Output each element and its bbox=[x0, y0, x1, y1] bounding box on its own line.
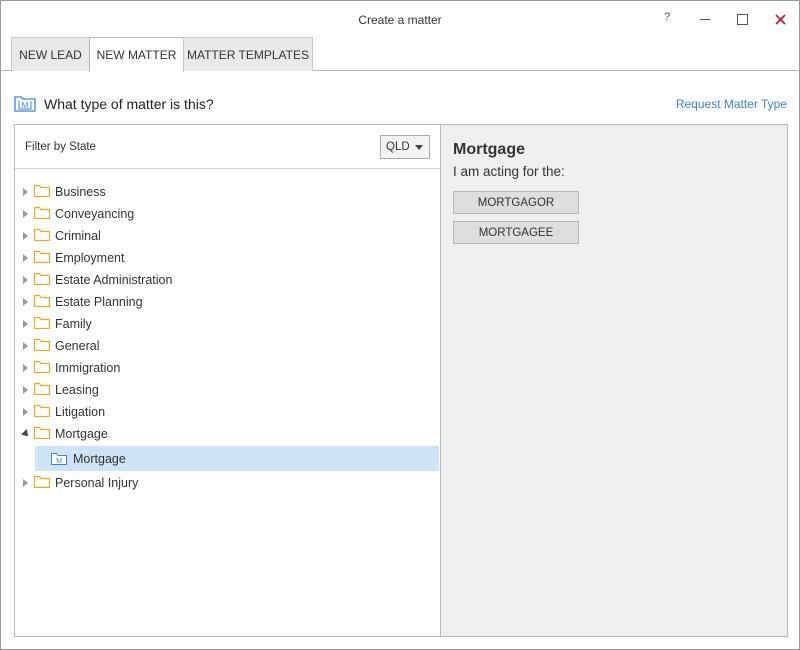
tree-item-litigation[interactable]: Litigation bbox=[15, 401, 440, 423]
tree-item-label: Conveyancing bbox=[55, 207, 135, 221]
create-matter-window: Create a matter ? NEW LEAD NEW MATTER MA… bbox=[0, 0, 800, 650]
tree-item-label: Personal Injury bbox=[55, 476, 139, 490]
folder-icon bbox=[34, 272, 50, 285]
help-button[interactable]: ? bbox=[652, 5, 682, 29]
tree-item-label: General bbox=[55, 339, 100, 353]
tree-item-label: Mortgage bbox=[55, 427, 108, 441]
mortgagee-button[interactable]: MORTGAGEE bbox=[453, 221, 579, 244]
request-matter-type-link[interactable]: Request Matter Type bbox=[676, 97, 787, 111]
svg-text:M: M bbox=[22, 101, 29, 110]
matter-type-icon: M bbox=[51, 453, 67, 465]
tree-item-immigration[interactable]: Immigration bbox=[15, 357, 440, 379]
matter-type-tree: Business Conveyancing Criminal Employmen… bbox=[15, 181, 440, 494]
tree-item-label: Employment bbox=[55, 251, 125, 265]
tree-item-label: Estate Planning bbox=[55, 295, 143, 309]
tree-item-general[interactable]: General bbox=[15, 335, 440, 357]
mortgagor-button[interactable]: MORTGAGOR bbox=[453, 191, 579, 214]
tab-matter-templates[interactable]: MATTER TEMPLATES bbox=[183, 37, 313, 71]
expand-arrow-icon[interactable] bbox=[23, 210, 28, 218]
tree-child-label: Mortgage bbox=[73, 452, 126, 466]
tree-item-employment[interactable]: Employment bbox=[15, 247, 440, 269]
tree-item-business[interactable]: Business bbox=[15, 181, 440, 203]
tree-item-label: Business bbox=[55, 185, 106, 199]
tree-item-label: Leasing bbox=[55, 383, 99, 397]
tree-item-family[interactable]: Family bbox=[15, 313, 440, 335]
folder-icon bbox=[34, 475, 50, 488]
filter-bar: Filter by State QLD bbox=[15, 125, 440, 169]
expand-arrow-icon[interactable] bbox=[23, 188, 28, 196]
expand-arrow-icon[interactable] bbox=[23, 342, 28, 350]
title-bar: Create a matter ? bbox=[1, 1, 799, 37]
expand-arrow-icon[interactable] bbox=[23, 408, 28, 416]
folder-icon bbox=[34, 206, 50, 219]
tree-item-label: Family bbox=[55, 317, 92, 331]
folder-icon bbox=[34, 294, 50, 307]
matter-type-question: What type of matter is this? bbox=[44, 96, 214, 112]
state-dropdown-value: QLD bbox=[386, 141, 410, 153]
svg-text:M: M bbox=[56, 458, 62, 465]
tab-new-matter[interactable]: NEW MATTER bbox=[89, 37, 184, 72]
expand-arrow-icon[interactable] bbox=[23, 254, 28, 262]
folder-icon bbox=[34, 316, 50, 329]
tree-item-conveyancing[interactable]: Conveyancing bbox=[15, 203, 440, 225]
expand-arrow-icon[interactable] bbox=[23, 276, 28, 284]
tree-item-label: Criminal bbox=[55, 229, 101, 243]
tree-item-label: Litigation bbox=[55, 405, 106, 419]
tree-item-personal-injury[interactable]: Personal Injury bbox=[15, 472, 440, 494]
tree-child-mortgage-selected[interactable]: M Mortgage bbox=[35, 446, 439, 471]
matter-type-panel: Filter by State QLD Business Conveyancin… bbox=[14, 124, 441, 637]
close-icon bbox=[774, 13, 786, 25]
folder-icon bbox=[34, 228, 50, 241]
detail-subtitle: I am acting for the: bbox=[453, 164, 565, 179]
folder-icon bbox=[34, 250, 50, 263]
expand-arrow-icon[interactable] bbox=[23, 479, 28, 487]
tab-new-lead[interactable]: NEW LEAD bbox=[11, 37, 90, 71]
tree-item-estate-planning[interactable]: Estate Planning bbox=[15, 291, 440, 313]
matter-detail-panel: Mortgage I am acting for the: MORTGAGOR … bbox=[440, 124, 788, 637]
tree-item-leasing[interactable]: Leasing bbox=[15, 379, 440, 401]
folder-icon bbox=[34, 426, 50, 439]
folder-icon bbox=[34, 404, 50, 417]
close-button[interactable] bbox=[765, 7, 795, 31]
minimize-icon bbox=[700, 19, 710, 20]
maximize-icon bbox=[736, 13, 748, 25]
folder-icon bbox=[34, 184, 50, 197]
tree-item-label: Estate Administration bbox=[55, 273, 173, 287]
expand-arrow-icon[interactable] bbox=[23, 320, 28, 328]
expand-arrow-icon[interactable] bbox=[23, 364, 28, 372]
chevron-down-icon bbox=[415, 145, 423, 150]
collapse-arrow-icon[interactable] bbox=[21, 429, 31, 439]
detail-title: Mortgage bbox=[453, 141, 525, 158]
expand-arrow-icon[interactable] bbox=[23, 386, 28, 394]
folder-icon bbox=[34, 360, 50, 373]
folder-icon bbox=[34, 382, 50, 395]
minimize-button[interactable] bbox=[690, 7, 720, 31]
tree-item-estate-administration[interactable]: Estate Administration bbox=[15, 269, 440, 291]
tree-item-criminal[interactable]: Criminal bbox=[15, 225, 440, 247]
filter-by-state-label: Filter by State bbox=[25, 141, 96, 153]
expand-arrow-icon[interactable] bbox=[23, 298, 28, 306]
state-dropdown[interactable]: QLD bbox=[380, 135, 430, 159]
tab-bar: NEW LEAD NEW MATTER MATTER TEMPLATES bbox=[1, 37, 799, 72]
expand-arrow-icon[interactable] bbox=[23, 232, 28, 240]
maximize-button[interactable] bbox=[727, 7, 757, 31]
tree-item-mortgage[interactable]: Mortgage bbox=[15, 423, 440, 445]
tree-item-label: Immigration bbox=[55, 361, 121, 375]
folder-icon bbox=[34, 338, 50, 351]
matter-type-icon: M bbox=[14, 96, 36, 112]
